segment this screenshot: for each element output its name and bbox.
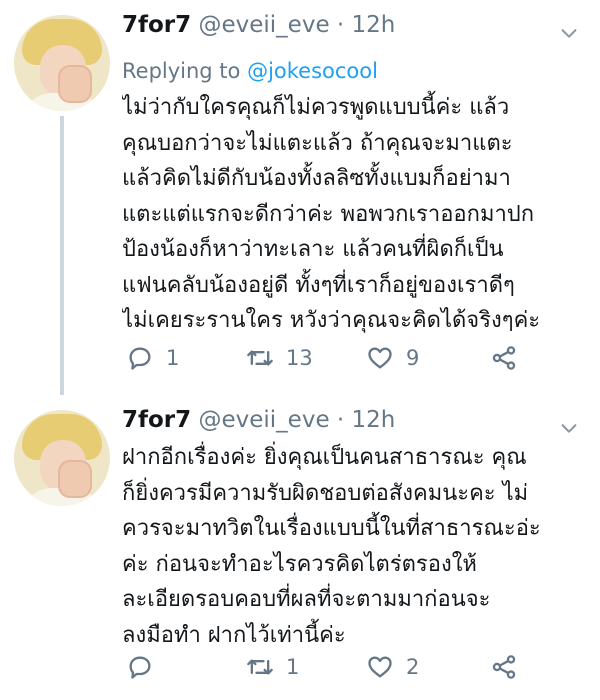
thread-line [60,116,64,395]
tweet-text: ไม่ว่ากับใครคุณก็ไม่ควรพูดแบบนี้ค่ะ แล้ว… [122,90,584,339]
avatar[interactable] [14,410,110,506]
avatar-hand [58,460,92,498]
retweet-button[interactable]: 1 [246,647,299,687]
like-count: 9 [406,346,420,370]
avatar-hand [58,65,92,103]
tweet-actions: 1 13 9 [122,338,562,378]
tweet[interactable]: 7for7 @eveii_eve · 12h ฝากอีกเรื่องค่ะ ย… [0,395,600,700]
retweet-icon [247,659,273,675]
heart-icon [368,347,392,369]
like-count: 2 [406,655,420,679]
tweet-actions: 1 2 [122,647,562,687]
tweet-text-line: ฝากอีกเรื่องค่ะ ยิ่งคุณเป็นคนสาธารณะ คุณ [122,445,527,470]
handle-and-time[interactable]: @eveii_eve · 12h [198,12,395,38]
reply-icon [129,347,151,370]
retweet-button[interactable]: 13 [246,338,313,378]
handle-and-time[interactable]: @eveii_eve · 12h [198,407,395,433]
display-name[interactable]: 7for7 [122,407,191,433]
tweet-text-line: ละเอียดรอบคอบที่ผลที่จะตามมาก่อนจะ [122,587,491,613]
replying-to: Replying to @jokesocool [122,56,378,86]
retweet-icon [247,350,273,366]
share-button[interactable] [490,338,518,378]
reply-icon [129,656,151,679]
tweet-text-line: ไม่ว่ากับใครคุณก็ไม่ควรพูดแบบนี้ค่ะ แล้ว [122,95,510,120]
reply-button[interactable]: 1 [126,338,179,378]
tweet-text-line: แฟนคลับน้องอยู่ดี ทั้งๆที่เราก็อยู่ของเร… [122,272,515,298]
retweet-count: 13 [286,346,313,370]
retweet-count: 1 [286,655,300,679]
like-button[interactable]: 9 [366,338,419,378]
tweet-text-line: ไม่เคยระรานใคร หวังว่าคุณจะคิดได้จริงๆค่… [122,308,541,333]
like-button[interactable]: 2 [366,647,419,687]
tweet[interactable]: 7for7 @eveii_eve · 12h Replying to @joke… [0,0,600,395]
share-button[interactable] [490,647,518,687]
tweet-text-line: ป้องน้องก็หาว่าทะเลาะ แล้วคนที่ผิดก็เป็น [122,237,504,262]
tweet-text-line: ควรจะมาทวิตในเรื่องแบบนี้ในที่สาธารณะอ่ะ [122,516,541,542]
display-name[interactable]: 7for7 [122,12,191,38]
tweet-text-line: ก็ยิ่งควรมีความรับผิดชอบต่อสังคมนะคะ ไม่ [122,480,529,506]
reply-button[interactable] [126,647,166,687]
tweet-text-line: คุณบอกว่าจะไม่แตะแล้ว ถ้าคุณจะมาแตะ [122,130,513,156]
tweet-text-line: แล้วคิดไม่ดีกับน้องทั้งลลิซทั้งแบมก็อย่า… [122,166,511,191]
replying-to-mention[interactable]: @jokesocool [247,59,378,83]
heart-icon [368,656,392,678]
tweet-text-line: แตะแต่แรกจะดีกว่าค่ะ พอพวกเราออกมาปก [122,201,535,227]
share-icon [492,346,516,370]
tweet-header: 7for7 @eveii_eve · 12h [122,10,395,40]
tweet-text: ฝากอีกเรื่องค่ะ ยิ่งคุณเป็นคนสาธารณะ คุณ… [122,440,584,654]
chevron-down-icon[interactable] [558,417,580,439]
tweet-text-line: ค่ะ ก่อนจะทำอะไรควรคิดไตร่ตรองให้ [122,551,477,577]
chevron-down-icon[interactable] [558,22,580,44]
avatar[interactable] [14,15,110,111]
reply-count: 1 [166,346,180,370]
replying-to-label: Replying to [122,59,248,83]
share-icon [492,655,516,679]
tweet-header: 7for7 @eveii_eve · 12h [122,405,395,435]
